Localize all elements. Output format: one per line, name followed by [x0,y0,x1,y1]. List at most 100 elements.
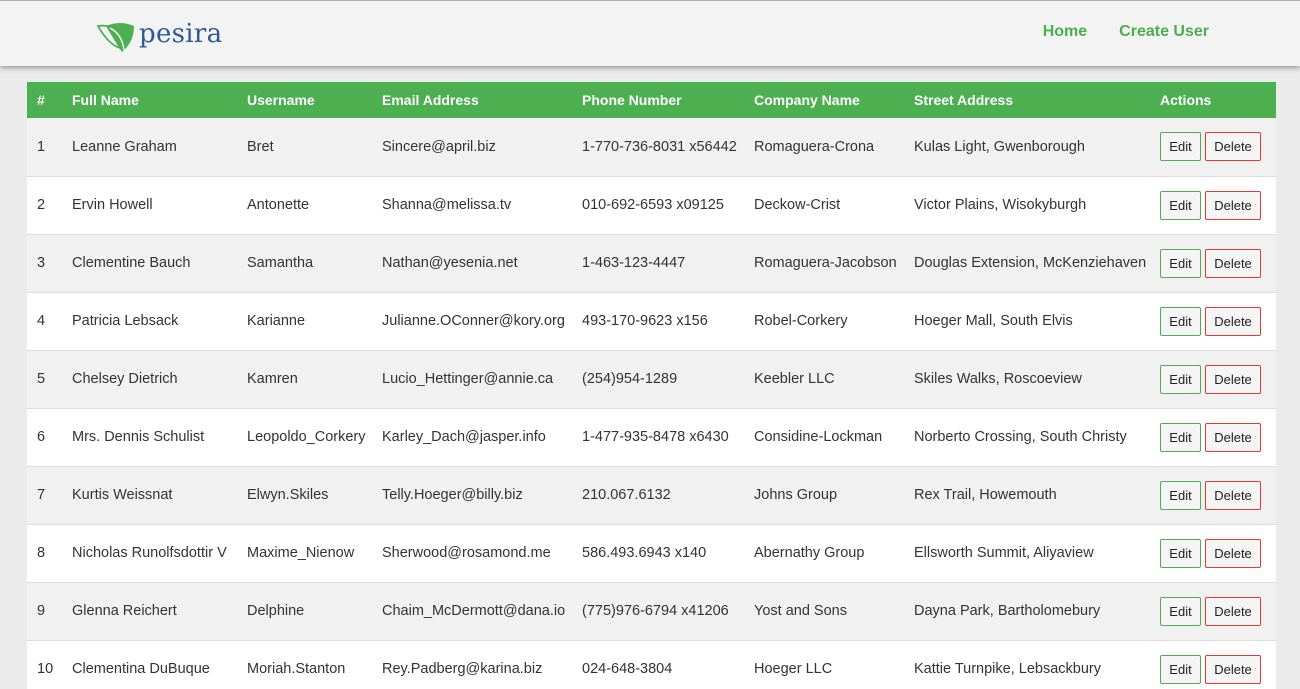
full-name-cell: Clementine Bauch [72,255,191,271]
actions-cell: Edit Delete [1150,640,1276,689]
delete-button[interactable]: Delete [1205,538,1261,568]
phone-cell: 210.067.6132 [582,487,671,503]
phone-cell: 1-463-123-4447 [582,255,686,271]
delete-button[interactable]: Delete [1205,422,1261,452]
actions-cell: Edit Delete [1150,408,1276,466]
full-name-cell: Leanne Graham [72,138,177,155]
row-id: 3 [37,255,46,271]
row-actions: Edit Delete [1160,306,1276,336]
row-actions: Edit Delete [1160,538,1276,568]
row-id: 6 [37,429,46,445]
edit-button[interactable]: Edit [1160,306,1201,336]
delete-button[interactable]: Delete [1205,480,1261,510]
row-actions: Edit Delete [1160,364,1276,394]
company-cell: Johns Group [754,487,838,503]
email-cell: Shanna@melissa.tv [382,197,512,213]
email-cell: Sincere@april.biz [382,138,496,155]
table-row: 8 Nicholas Runolfsdottir V Maxime_Nienow Sh… [27,524,1276,582]
delete-button[interactable]: Delete [1205,364,1261,394]
company-cell: Abernathy Group [754,545,865,561]
street-cell: Norberto Crossing, South Christy [914,429,1127,445]
actions-cell: Edit Delete [1150,292,1276,350]
table-row: 1 Leanne Graham Bret Sincere@april.biz 1-770… [27,118,1276,176]
row-id: 10 [37,661,54,677]
delete-button[interactable]: Delete [1205,248,1261,278]
street-cell: Hoeger Mall, South Elvis [914,313,1073,329]
row-id: 9 [37,603,46,619]
col-street-header: Street Address [914,92,1014,108]
edit-button[interactable]: Edit [1160,480,1201,510]
edit-button[interactable]: Edit [1160,654,1201,684]
full-name-cell: Patricia Lebsack [72,313,179,329]
edit-button[interactable]: Edit [1160,248,1201,278]
brand-logo[interactable]: pesira [96,18,222,56]
phone-cell: 493-170-9623 x156 [582,313,708,329]
email-cell: Sherwood@rosamond.me [382,545,551,561]
street-cell: Kulas Light, Gwenborough [914,138,1085,155]
table-row: 2 Ervin Howell Antonette Shanna@melissa.tv 0… [27,176,1276,234]
email-cell: Karley_Dach@jasper.info [382,429,546,445]
actions-cell: Edit Delete [1150,118,1276,176]
phone-cell: 024-648-3804 [582,661,673,677]
top-navbar: pesira Home Create User [0,0,1300,66]
row-actions: Edit Delete [1160,422,1276,452]
row-id: 2 [37,197,46,213]
table-row: 3 Clementine Bauch Samantha Nathan@yesenia.… [27,234,1276,292]
company-cell: Romaguera-Jacobson [754,255,897,271]
col-actions-header: Actions [1160,92,1212,108]
company-cell: Romaguera-Crona [754,138,875,155]
row-id: 8 [37,545,46,561]
edit-button[interactable]: Edit [1160,364,1201,394]
col-phone-header: Phone Number [582,92,682,108]
delete-button[interactable]: Delete [1205,190,1261,220]
nav-home-link[interactable]: Home [1043,23,1087,41]
full-name-cell: Chelsey Dietrich [72,371,178,387]
street-cell: Ellsworth Summit, Aliyaview [914,545,1094,561]
row-actions: Edit Delete [1160,132,1276,162]
delete-button[interactable]: Delete [1205,596,1261,626]
row-id: 1 [37,138,46,155]
table-row: 7 Kurtis Weissnat Elwyn.Skiles Telly.Hoeger… [27,466,1276,524]
table-row: 9 Glenna Reichert Delphine Chaim_McDermott@… [27,582,1276,640]
email-cell: Lucio_Hettinger@annie.ca [382,371,554,387]
full-name-cell: Clementina DuBuque [72,661,210,677]
edit-button[interactable]: Edit [1160,132,1201,162]
username-cell: Karianne [247,313,306,329]
actions-cell: Edit Delete [1150,582,1276,640]
username-cell: Bret [247,138,274,155]
delete-button[interactable]: Delete [1205,132,1261,162]
street-cell: Skiles Walks, Roscoeview [914,371,1082,387]
users-table: # Full Name Username Email Address Phone Num… [27,82,1276,689]
table-body: 1 Leanne Graham Bret Sincere@april.biz 1-770… [27,118,1276,689]
table-row: 10 Clementina DuBuque Moriah.Stanton Rey.Pa… [27,640,1276,689]
col-email-header: Email Address [382,92,479,108]
edit-button[interactable]: Edit [1160,422,1201,452]
full-name-cell: Nicholas Runolfsdottir V [72,545,227,561]
edit-button[interactable]: Edit [1160,596,1201,626]
username-cell: Delphine [247,603,305,619]
col-full-name-header: Full Name [72,92,139,108]
username-cell: Antonette [247,197,310,213]
col-id-header: # [37,92,45,108]
row-id: 4 [37,313,46,329]
email-cell: Telly.Hoeger@billy.biz [382,487,523,503]
table-row: 5 Chelsey Dietrich Kamren Lucio_Hettinger@a… [27,350,1276,408]
actions-cell: Edit Delete [1150,176,1276,234]
nav-create-user-link[interactable]: Create User [1119,23,1209,41]
delete-button[interactable]: Delete [1205,654,1261,684]
row-actions: Edit Delete [1160,596,1276,626]
username-cell: Maxime_Nienow [247,545,355,561]
table-row: 4 Patricia Lebsack Karianne Julianne.OConne… [27,292,1276,350]
edit-button[interactable]: Edit [1160,538,1201,568]
phone-cell: 1-770-736-8031 x56442 [582,138,737,155]
street-cell: Rex Trail, Howemouth [914,487,1057,503]
phone-cell: 1-477-935-8478 x6430 [582,429,729,445]
username-cell: Elwyn.Skiles [247,487,329,503]
company-cell: Considine-Lockman [754,429,883,445]
edit-button[interactable]: Edit [1160,190,1201,220]
row-actions: Edit Delete [1160,654,1276,684]
company-cell: Robel-Corkery [754,313,848,329]
email-cell: Julianne.OConner@kory.org [382,313,565,329]
brand-name: pesira [139,19,223,49]
delete-button[interactable]: Delete [1205,306,1261,336]
